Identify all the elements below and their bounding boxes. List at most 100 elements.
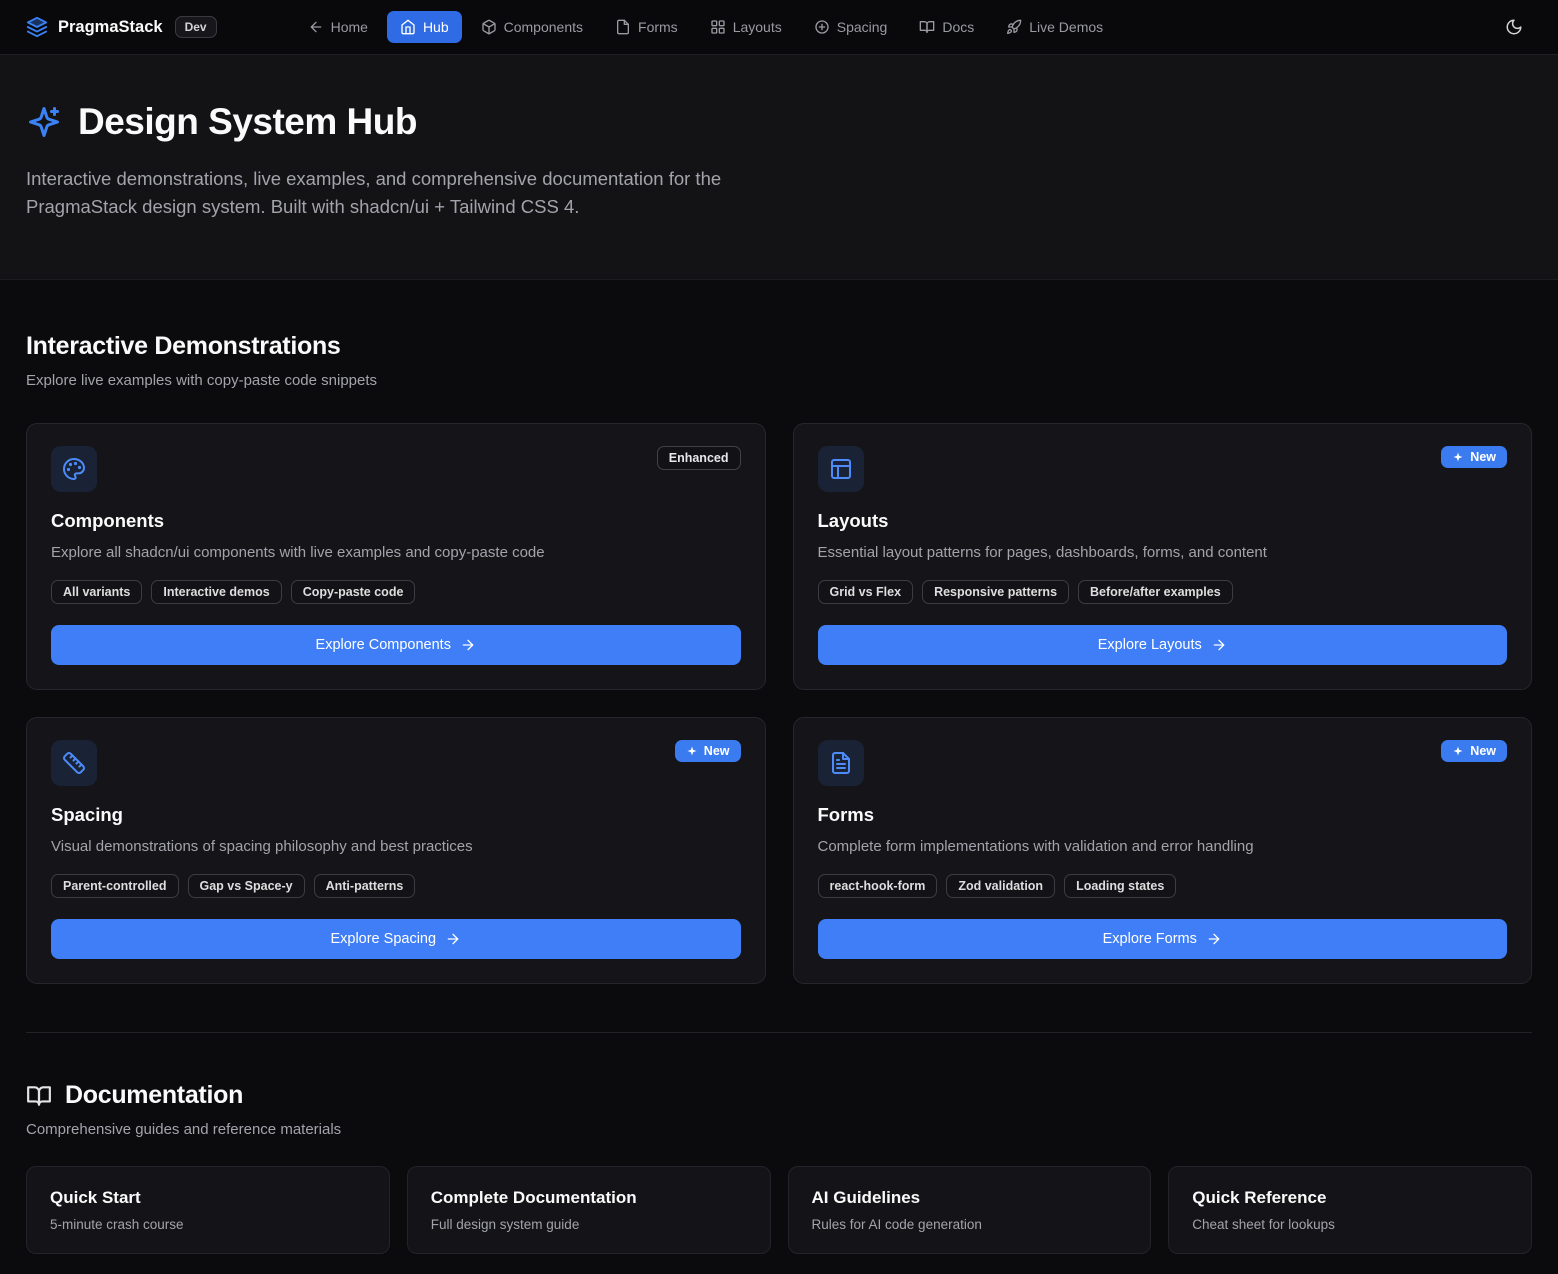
- tag-row: Parent-controlled Gap vs Space-y Anti-pa…: [51, 874, 741, 898]
- nav-item-label: Spacing: [837, 19, 888, 35]
- doc-card-description: Full design system guide: [431, 1217, 747, 1232]
- ai-guidelines-card[interactable]: AI Guidelines Rules for AI code generati…: [788, 1166, 1152, 1254]
- tag-row: Grid vs Flex Responsive patterns Before/…: [818, 580, 1508, 604]
- box-icon: [481, 19, 497, 35]
- new-badge: New: [675, 740, 741, 762]
- page-title: Design System Hub: [78, 101, 417, 143]
- explore-layouts-button[interactable]: Explore Layouts: [818, 625, 1508, 665]
- card-tag: Parent-controlled: [51, 874, 179, 898]
- arrow-right-icon: [445, 931, 461, 947]
- docs-card-grid: Quick Start 5-minute crash course Comple…: [26, 1166, 1532, 1254]
- doc-card-title: Complete Documentation: [431, 1188, 747, 1208]
- card-description: Visual demonstrations of spacing philoso…: [51, 836, 741, 857]
- nav-item-docs[interactable]: Docs: [906, 11, 987, 43]
- layout-icon: [818, 446, 864, 492]
- sparkle-icon: [1452, 451, 1464, 463]
- arrow-left-icon: [308, 19, 324, 35]
- doc-card-description: Rules for AI code generation: [812, 1217, 1128, 1232]
- grid-icon: [710, 19, 726, 35]
- card-description: Complete form implementations with valid…: [818, 836, 1508, 857]
- card-tag: Copy-paste code: [291, 580, 416, 604]
- card-tag: Interactive demos: [151, 580, 281, 604]
- card-description: Essential layout patterns for pages, das…: [818, 542, 1508, 563]
- nav-item-label: Docs: [942, 19, 974, 35]
- doc-card-title: Quick Start: [50, 1188, 366, 1208]
- button-label: Explore Spacing: [330, 931, 436, 947]
- home-icon: [400, 19, 416, 35]
- nav-item-label: Hub: [423, 19, 449, 35]
- explore-forms-button[interactable]: Explore Forms: [818, 919, 1508, 959]
- card-tag: All variants: [51, 580, 142, 604]
- file-icon: [615, 19, 631, 35]
- card-tag: Before/after examples: [1078, 580, 1233, 604]
- layers-logo-icon: [26, 16, 48, 38]
- nav-item-label: Components: [504, 19, 583, 35]
- brand-name: PragmaStack: [58, 18, 163, 37]
- theme-toggle-button[interactable]: [1496, 9, 1532, 45]
- hero-section: Design System Hub Interactive demonstrat…: [0, 55, 1558, 280]
- nav-item-label: Home: [331, 19, 368, 35]
- page-description: Interactive demonstrations, live example…: [26, 165, 796, 221]
- sparkle-icon: [686, 745, 698, 757]
- badge-label: New: [704, 744, 730, 758]
- nav-item-hub[interactable]: Hub: [387, 11, 462, 43]
- nav-item-components[interactable]: Components: [468, 11, 596, 43]
- nav-item-label: Live Demos: [1029, 19, 1103, 35]
- card-tag: react-hook-form: [818, 874, 938, 898]
- complete-documentation-card[interactable]: Complete Documentation Full design syste…: [407, 1166, 771, 1254]
- main-content: Interactive Demonstrations Explore live …: [0, 280, 1558, 1254]
- tag-row: All variants Interactive demos Copy-past…: [51, 580, 741, 604]
- explore-components-button[interactable]: Explore Components: [51, 625, 741, 665]
- card-tag: Responsive patterns: [922, 580, 1069, 604]
- button-label: Explore Layouts: [1098, 637, 1202, 653]
- card-title: Layouts: [818, 510, 1508, 532]
- moon-icon: [1505, 18, 1523, 36]
- nav-item-home[interactable]: Home: [295, 11, 381, 43]
- nav-item-live-demos[interactable]: Live Demos: [993, 11, 1116, 43]
- ruler-icon: [51, 740, 97, 786]
- doc-card-description: Cheat sheet for lookups: [1192, 1217, 1508, 1232]
- documentation-section: Documentation Comprehensive guides and r…: [26, 1081, 1532, 1254]
- new-badge: New: [1441, 740, 1507, 762]
- dev-badge: Dev: [175, 16, 217, 38]
- demo-card-grid: Enhanced Components Explore all shadcn/u…: [26, 423, 1532, 984]
- nav-item-label: Layouts: [733, 19, 782, 35]
- interactive-demonstrations-section: Interactive Demonstrations Explore live …: [26, 332, 1532, 984]
- card-tag: Zod validation: [946, 874, 1055, 898]
- doc-card-title: Quick Reference: [1192, 1188, 1508, 1208]
- card-title: Spacing: [51, 804, 741, 826]
- arrow-right-icon: [460, 637, 476, 653]
- quick-start-card[interactable]: Quick Start 5-minute crash course: [26, 1166, 390, 1254]
- explore-spacing-button[interactable]: Explore Spacing: [51, 919, 741, 959]
- spacing-card: New Spacing Visual demonstrations of spa…: [26, 717, 766, 984]
- rocket-icon: [1006, 19, 1022, 35]
- nav-item-layouts[interactable]: Layouts: [697, 11, 795, 43]
- sparkle-icon: [1452, 745, 1464, 757]
- badge-label: New: [1470, 450, 1496, 464]
- tag-row: react-hook-form Zod validation Loading s…: [818, 874, 1508, 898]
- nav-item-spacing[interactable]: Spacing: [801, 11, 901, 43]
- section-divider: [26, 1032, 1532, 1033]
- section-title: Interactive Demonstrations: [26, 332, 1532, 361]
- card-tag: Anti-patterns: [314, 874, 416, 898]
- forms-card: New Forms Complete form implementations …: [793, 717, 1533, 984]
- new-badge: New: [1441, 446, 1507, 468]
- brand[interactable]: PragmaStack Dev: [26, 16, 217, 38]
- card-tag: Grid vs Flex: [818, 580, 914, 604]
- quick-reference-card[interactable]: Quick Reference Cheat sheet for lookups: [1168, 1166, 1532, 1254]
- nav-item-forms[interactable]: Forms: [602, 11, 691, 43]
- badge-label: New: [1470, 744, 1496, 758]
- card-tag: Loading states: [1064, 874, 1176, 898]
- components-card: Enhanced Components Explore all shadcn/u…: [26, 423, 766, 690]
- book-open-icon: [26, 1083, 52, 1109]
- navbar: PragmaStack Dev Home Hub Components Fo: [0, 0, 1558, 55]
- sparkles-icon: [26, 104, 62, 140]
- section-title: Documentation: [65, 1081, 243, 1110]
- nav-item-label: Forms: [638, 19, 678, 35]
- card-description: Explore all shadcn/ui components with li…: [51, 542, 741, 563]
- palette-icon: [51, 446, 97, 492]
- card-title: Components: [51, 510, 741, 532]
- spacing-icon: [814, 19, 830, 35]
- button-label: Explore Forms: [1103, 931, 1197, 947]
- layouts-card: New Layouts Essential layout patterns fo…: [793, 423, 1533, 690]
